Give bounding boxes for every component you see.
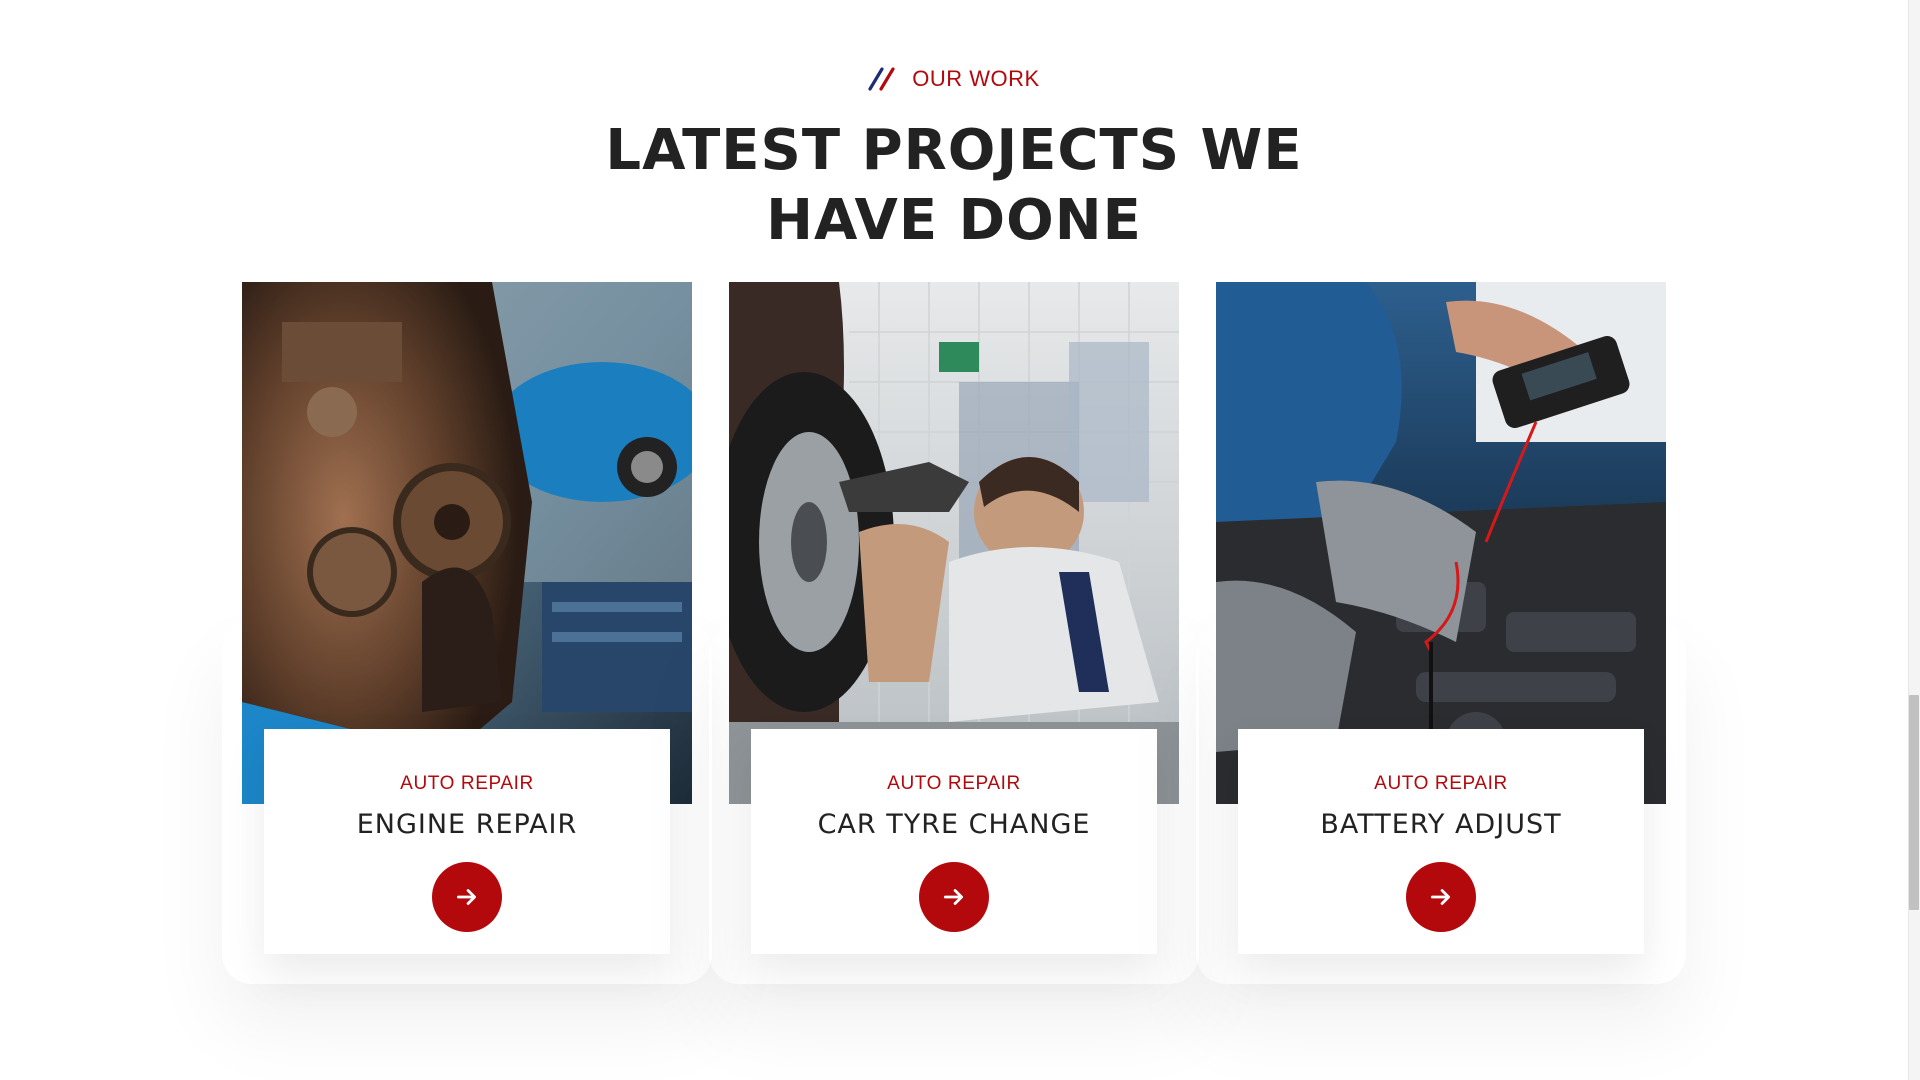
scrollbar-thumb[interactable] — [1909, 695, 1919, 910]
section-title-line-2: HAVE DONE — [766, 188, 1142, 253]
engine-photo — [242, 282, 692, 804]
arrow-right-icon — [456, 889, 476, 905]
section-title: LATEST PROJECTS WE HAVE DONE — [0, 116, 1908, 256]
view-project-button[interactable] — [432, 862, 502, 932]
project-card[interactable]: AUTO REPAIR BATTERY ADJUST — [1216, 282, 1666, 954]
card-body: AUTO REPAIR CAR TYRE CHANGE — [751, 729, 1157, 954]
double-slash-icon — [868, 67, 895, 91]
section-eyebrow: OUR WORK — [0, 66, 1908, 92]
project-card[interactable]: AUTO REPAIR ENGINE REPAIR — [242, 282, 692, 954]
view-project-button[interactable] — [1406, 862, 1476, 932]
card-body: AUTO REPAIR BATTERY ADJUST — [1238, 729, 1644, 954]
arrow-right-icon — [943, 889, 963, 905]
section-title-line-1: LATEST PROJECTS WE — [605, 118, 1303, 183]
vertical-scrollbar[interactable] — [1908, 0, 1920, 1080]
arrow-right-icon — [1430, 889, 1450, 905]
card-body: AUTO REPAIR ENGINE REPAIR — [264, 729, 670, 954]
page: OUR WORK LATEST PROJECTS WE HAVE DONE AU… — [0, 0, 1920, 1080]
card-category: AUTO REPAIR — [400, 773, 534, 794]
card-category: AUTO REPAIR — [1374, 773, 1508, 794]
tyre-change-photo — [729, 282, 1179, 804]
card-title[interactable]: CAR TYRE CHANGE — [751, 809, 1157, 840]
battery-test-photo — [1216, 282, 1666, 804]
eyebrow-label: OUR WORK — [912, 66, 1040, 91]
project-card[interactable]: AUTO REPAIR CAR TYRE CHANGE — [729, 282, 1179, 954]
card-title[interactable]: BATTERY ADJUST — [1238, 809, 1644, 840]
card-category: AUTO REPAIR — [887, 773, 1021, 794]
card-title[interactable]: ENGINE REPAIR — [264, 809, 670, 840]
view-project-button[interactable] — [919, 862, 989, 932]
